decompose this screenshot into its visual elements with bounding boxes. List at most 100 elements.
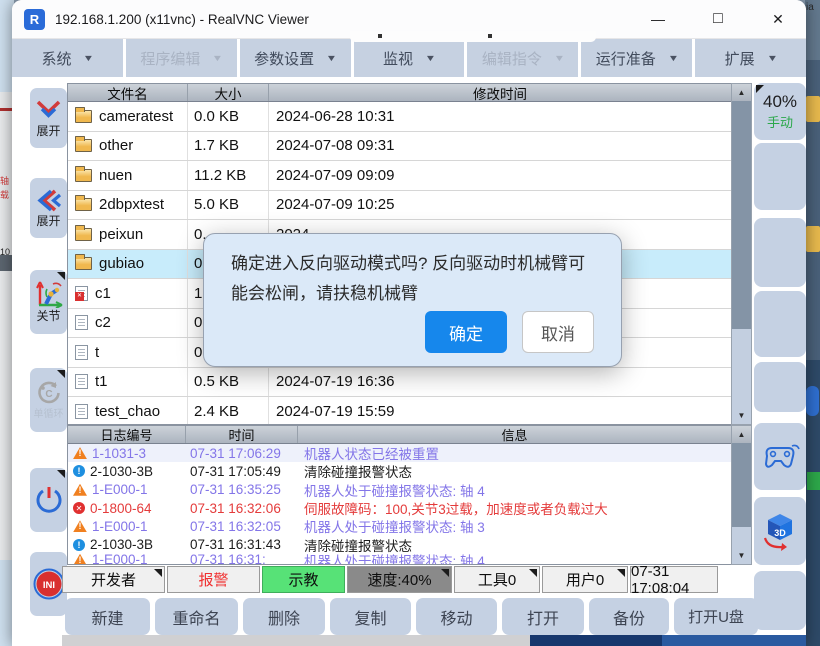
log-row[interactable]: 1-E000-1 07-31 16:35:25 机器人处于碰撞报警状态: 轴 4 (68, 481, 731, 499)
file-size: 0.5 KB (188, 368, 269, 397)
file-row[interactable]: other 1.7 KB 2024-07-08 09:31 (68, 132, 731, 162)
scroll-down-icon[interactable]: ▼ (732, 407, 751, 424)
desktop-folder-icon (806, 96, 820, 122)
menu-item-extension[interactable]: 扩展▼ (695, 39, 806, 77)
status-tool[interactable]: 工具0 (454, 566, 540, 593)
column-header-log-time[interactable]: 时间 (186, 426, 298, 443)
move-button[interactable]: 移动 (416, 598, 497, 635)
file-size: 5.0 KB (188, 191, 269, 220)
column-header-log-id[interactable]: 日志编号 (68, 426, 186, 443)
open-usb-button[interactable]: 打开U盘 (674, 598, 758, 635)
ini-label: INI (42, 580, 54, 591)
log-row[interactable]: 0-1800-64 07-31 16:32:06 伺服故障码：100,关节3过载… (68, 499, 731, 517)
manual-mode-label: 手动 (767, 112, 793, 131)
folder-icon (75, 110, 92, 123)
svg-text:C: C (45, 389, 52, 400)
file-name: nuen (99, 167, 132, 184)
menu-item-monitor[interactable]: 监视▼ (354, 39, 465, 77)
log-row[interactable]: 2-1030-3B 07-31 17:05:49 清除碰撞报警状态 (68, 462, 731, 480)
empty-panel (754, 218, 806, 287)
scroll-up-icon[interactable]: ▲ (732, 426, 751, 443)
status-user-mode[interactable]: 开发者 (62, 566, 165, 593)
close-button[interactable]: ✕ (756, 0, 800, 38)
menu-bar: 系统▼ 程序编辑▼ 参数设置▼ 监视▼ 编辑指令▼ 运行准备▼ 扩展▼ (12, 39, 806, 77)
joint-mode-button[interactable]: 关节 (30, 270, 67, 334)
view-3d-button[interactable]: 3D (754, 497, 806, 565)
3d-cube-icon: 3D (760, 510, 800, 552)
desktop-fragment-text: 载 (0, 190, 12, 200)
delete-button[interactable]: 删除 (243, 598, 325, 635)
menu-item-edit-command[interactable]: 编辑指令▼ (467, 39, 578, 77)
file-name: peixun (99, 226, 143, 243)
menu-item-run-preparation[interactable]: 运行准备▼ (581, 39, 692, 77)
column-header-size[interactable]: 大小 (188, 84, 269, 101)
open-button[interactable]: 打开 (502, 598, 584, 635)
expand-left-button[interactable]: 展开 (30, 178, 67, 238)
column-header-modified[interactable]: 修改时间 (269, 84, 731, 101)
chevron-down-icon: ▼ (554, 53, 566, 63)
chevron-down-icon: ▼ (425, 53, 437, 63)
log-row[interactable]: 1-E000-1 07-31 16:32:05 机器人处于碰撞报警状态: 轴 3 (68, 517, 731, 535)
empty-panel (754, 362, 806, 412)
dialog-message: 确定进入反向驱动模式吗? 反向驱动时机械臂可能会松闸，请扶稳机械臂 (231, 249, 591, 309)
file-name: gubiao (99, 255, 144, 272)
file-size: 0.0 KB (188, 102, 269, 131)
file-row[interactable]: test_chao 2.4 KB 2024-07-19 15:59 (68, 397, 731, 425)
svg-text:3D: 3D (774, 528, 786, 538)
vnc-toolbar-tab[interactable] (350, 31, 596, 42)
log-table-scrollbar[interactable]: ▲ ▼ (731, 425, 752, 565)
file-row[interactable]: t1 0.5 KB 2024-07-19 16:36 (68, 368, 731, 398)
desktop-app-icon (806, 386, 819, 416)
single-cycle-icon: C (36, 380, 62, 406)
controller-button[interactable] (754, 423, 806, 490)
file-row[interactable]: cameratest 0.0 KB 2024-06-28 10:31 (68, 102, 731, 132)
warning-icon (73, 447, 87, 459)
column-header-filename[interactable]: 文件名 (68, 84, 188, 101)
empty-panel (754, 571, 806, 630)
speed-mode-panel[interactable]: 40% 手动 (754, 83, 806, 140)
rename-button[interactable]: 重命名 (155, 598, 238, 635)
status-user-frame[interactable]: 用户0 (542, 566, 628, 593)
menu-item-system[interactable]: 系统▼ (12, 39, 123, 77)
new-button[interactable]: 新建 (65, 598, 150, 635)
file-row[interactable]: nuen 11.2 KB 2024-07-09 09:09 (68, 161, 731, 191)
maximize-button[interactable]: □ (696, 0, 740, 38)
chevron-down-icon: ▼ (83, 53, 95, 63)
file-row[interactable]: 2dbpxtest 5.0 KB 2024-07-09 10:25 (68, 191, 731, 221)
scroll-up-icon[interactable]: ▲ (732, 84, 751, 101)
file-table-header: 文件名 大小 修改时间 (68, 84, 731, 102)
copy-button[interactable]: 复制 (330, 598, 411, 635)
menu-item-parameter-settings[interactable]: 参数设置▼ (240, 39, 351, 77)
backup-button[interactable]: 备份 (589, 598, 669, 635)
single-cycle-button[interactable]: C 单循环 (30, 368, 67, 432)
file-size: 11.2 KB (188, 161, 269, 190)
status-teach-mode[interactable]: 示教 (262, 566, 345, 593)
warning-icon (73, 554, 87, 565)
doc-error-icon (75, 286, 88, 301)
scroll-down-icon[interactable]: ▼ (732, 547, 751, 564)
document-icon (75, 404, 88, 419)
desktop-folder-icon (806, 226, 820, 252)
file-time: 2024-06-28 10:31 (269, 102, 731, 131)
menu-item-program-edit[interactable]: 程序编辑▼ (126, 39, 237, 77)
cancel-button[interactable]: 取消 (522, 311, 594, 353)
file-table-scrollbar[interactable]: ▲ ▼ (731, 83, 752, 425)
status-speed[interactable]: 速度:40% (347, 566, 452, 593)
power-button[interactable] (30, 468, 67, 532)
status-alarm[interactable]: 报警 (167, 566, 260, 593)
file-time: 2024-07-19 15:59 (269, 397, 731, 425)
column-header-log-info[interactable]: 信息 (298, 426, 731, 443)
scrollbar-thumb[interactable] (732, 101, 751, 329)
file-time: 2024-07-09 10:25 (269, 191, 731, 220)
file-name: 2dbpxtest (99, 196, 164, 213)
desktop-fragment-text: 轴 (0, 176, 12, 186)
info-icon (73, 539, 85, 551)
scrollbar-thumb[interactable] (732, 443, 751, 527)
log-row[interactable]: 2-1030-3B 07-31 16:31:43 清除碰撞报警状态 (68, 535, 731, 553)
confirm-button[interactable]: 确定 (425, 311, 507, 353)
log-row[interactable]: 1-1031-3 07-31 17:06:29 机器人状态已经被重置 (68, 444, 731, 462)
expand-down-button[interactable]: 展开 (30, 88, 67, 148)
minimize-button[interactable]: — (636, 0, 680, 38)
file-time: 2024-07-08 09:31 (269, 132, 731, 161)
file-name: cameratest (99, 108, 173, 125)
